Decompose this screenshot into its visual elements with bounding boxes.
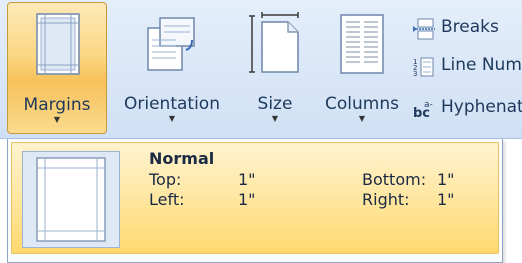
page-layout-ribbon: Margins ▼ Orientation ▼ Size ▼ Columns ▼… <box>0 0 522 139</box>
size-label: Size <box>257 94 293 114</box>
size-button[interactable]: Size ▼ <box>246 2 304 134</box>
margins-dropdown: Normal Top: 1" Bottom: 1" Left: 1" Right… <box>7 139 503 263</box>
chevron-down-icon: ▼ <box>358 114 366 123</box>
right-value: 1" <box>437 190 455 209</box>
breaks-button[interactable]: Breaks <box>409 14 522 44</box>
breaks-icon <box>413 18 435 40</box>
chevron-down-icon: ▼ <box>168 114 176 123</box>
margins-label: Margins <box>23 95 91 115</box>
columns-label: Columns <box>325 94 399 114</box>
svg-text:a-: a- <box>424 100 433 110</box>
orientation-icon <box>147 17 195 71</box>
size-icon <box>249 12 299 73</box>
bottom-label: Bottom: <box>362 170 427 189</box>
left-value: 1" <box>238 190 256 209</box>
orientation-label: Orientation <box>124 94 220 114</box>
chevron-down-icon: ▼ <box>271 114 279 123</box>
page-margins-preview-icon <box>22 151 120 248</box>
margin-preset-normal[interactable]: Normal Top: 1" Bottom: 1" Left: 1" Right… <box>11 142 499 254</box>
columns-icon <box>340 14 384 74</box>
preset-name: Normal <box>149 149 215 168</box>
hyphenation-icon: bc a- <box>413 100 433 120</box>
top-label: Top: <box>149 170 182 189</box>
line-numbers-button[interactable]: 1 2 3 Line Numbers <box>409 52 522 82</box>
chevron-down-icon: ▼ <box>53 115 61 124</box>
svg-text:3: 3 <box>413 70 417 78</box>
right-label: Right: <box>362 190 410 209</box>
orientation-button[interactable]: Orientation ▼ <box>108 2 236 134</box>
margins-button[interactable]: Margins ▼ <box>7 2 107 134</box>
line-numbers-label: Line Numbers <box>441 55 522 75</box>
line-numbers-icon: 1 2 3 <box>413 57 434 78</box>
columns-button[interactable]: Columns ▼ <box>318 2 406 134</box>
bottom-value: 1" <box>437 170 455 189</box>
hyphenation-button[interactable]: bc a- Hyphenation <box>409 94 522 124</box>
margins-icon <box>36 13 80 75</box>
hyphenation-label: Hyphenation <box>441 97 522 117</box>
breaks-label: Breaks <box>441 17 499 37</box>
left-label: Left: <box>149 190 185 209</box>
top-value: 1" <box>238 170 256 189</box>
